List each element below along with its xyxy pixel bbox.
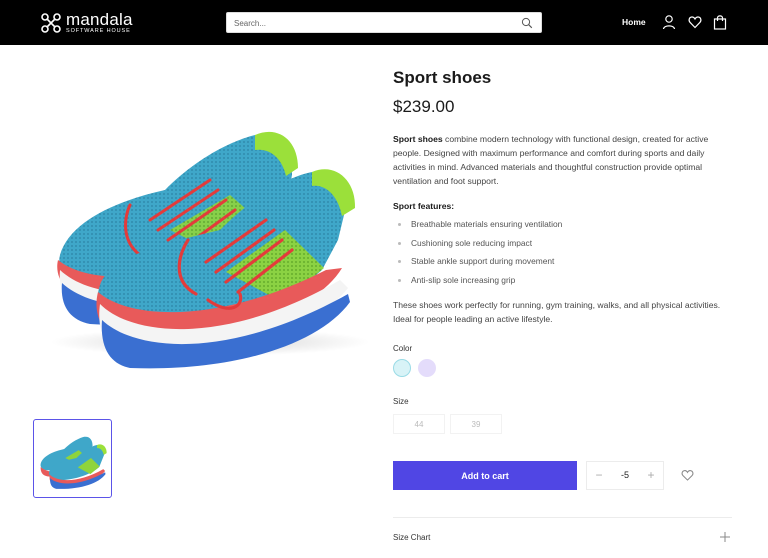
description-lead: Sport shoes: [393, 134, 443, 144]
product-title: Sport shoes: [393, 68, 492, 87]
brand-logo[interactable]: mandala SOFTWARE HOUSE: [40, 11, 133, 35]
feature-item: Breathable materials ensuring ventilatio…: [393, 219, 733, 238]
search-box: [226, 12, 542, 33]
size-chart-toggle[interactable]: Size Chart: [393, 533, 430, 542]
size-option-39[interactable]: 39: [450, 414, 502, 434]
search-icon[interactable]: [521, 17, 533, 29]
product-thumbnail[interactable]: [33, 419, 112, 498]
user-icon[interactable]: [662, 14, 676, 30]
logo-name: mandala: [66, 10, 133, 29]
heart-icon[interactable]: [688, 14, 702, 30]
quantity-input[interactable]: [609, 462, 641, 489]
product-price: $239.00: [393, 97, 455, 116]
divider: [393, 517, 732, 518]
size-label: Size: [393, 397, 409, 406]
size-option-44[interactable]: 44: [393, 414, 445, 434]
feature-item: Anti-slip sole increasing grip: [393, 275, 733, 294]
nav-home-link[interactable]: Home: [622, 17, 646, 27]
product-closing-text: These shoes work perfectly for running, …: [393, 300, 721, 324]
color-swatch-lavender[interactable]: [418, 359, 436, 377]
search-input[interactable]: [234, 15, 514, 31]
quantity-decrease-button[interactable]: −: [589, 462, 609, 489]
shopping-bag-icon[interactable]: [713, 14, 727, 30]
expand-plus-icon[interactable]: [719, 531, 731, 543]
logo-subtitle: SOFTWARE HOUSE: [66, 28, 131, 34]
add-to-cart-button[interactable]: Add to cart: [393, 461, 577, 490]
quantity-stepper: − +: [586, 461, 664, 490]
product-main-image: [50, 131, 370, 369]
product-description: Sport shoes combine modern technology wi…: [393, 132, 733, 188]
product-info: Sport shoes $239.00 Sport shoes combine …: [393, 68, 733, 326]
feature-item: Stable ankle support during movement: [393, 256, 733, 275]
features-heading: Sport features:: [393, 201, 455, 211]
features-list: Breathable materials ensuring ventilatio…: [393, 219, 733, 293]
color-label: Color: [393, 344, 413, 353]
logo-mark-icon: [41, 12, 61, 33]
thumbnail-image: [40, 436, 107, 489]
feature-item: Cushioning sole reducing impact: [393, 238, 733, 257]
wishlist-heart-icon[interactable]: [681, 469, 694, 481]
top-navigation-bar: mandala SOFTWARE HOUSE Home: [0, 0, 768, 45]
color-swatch-cyan[interactable]: [393, 359, 411, 377]
quantity-increase-button[interactable]: +: [641, 462, 661, 489]
